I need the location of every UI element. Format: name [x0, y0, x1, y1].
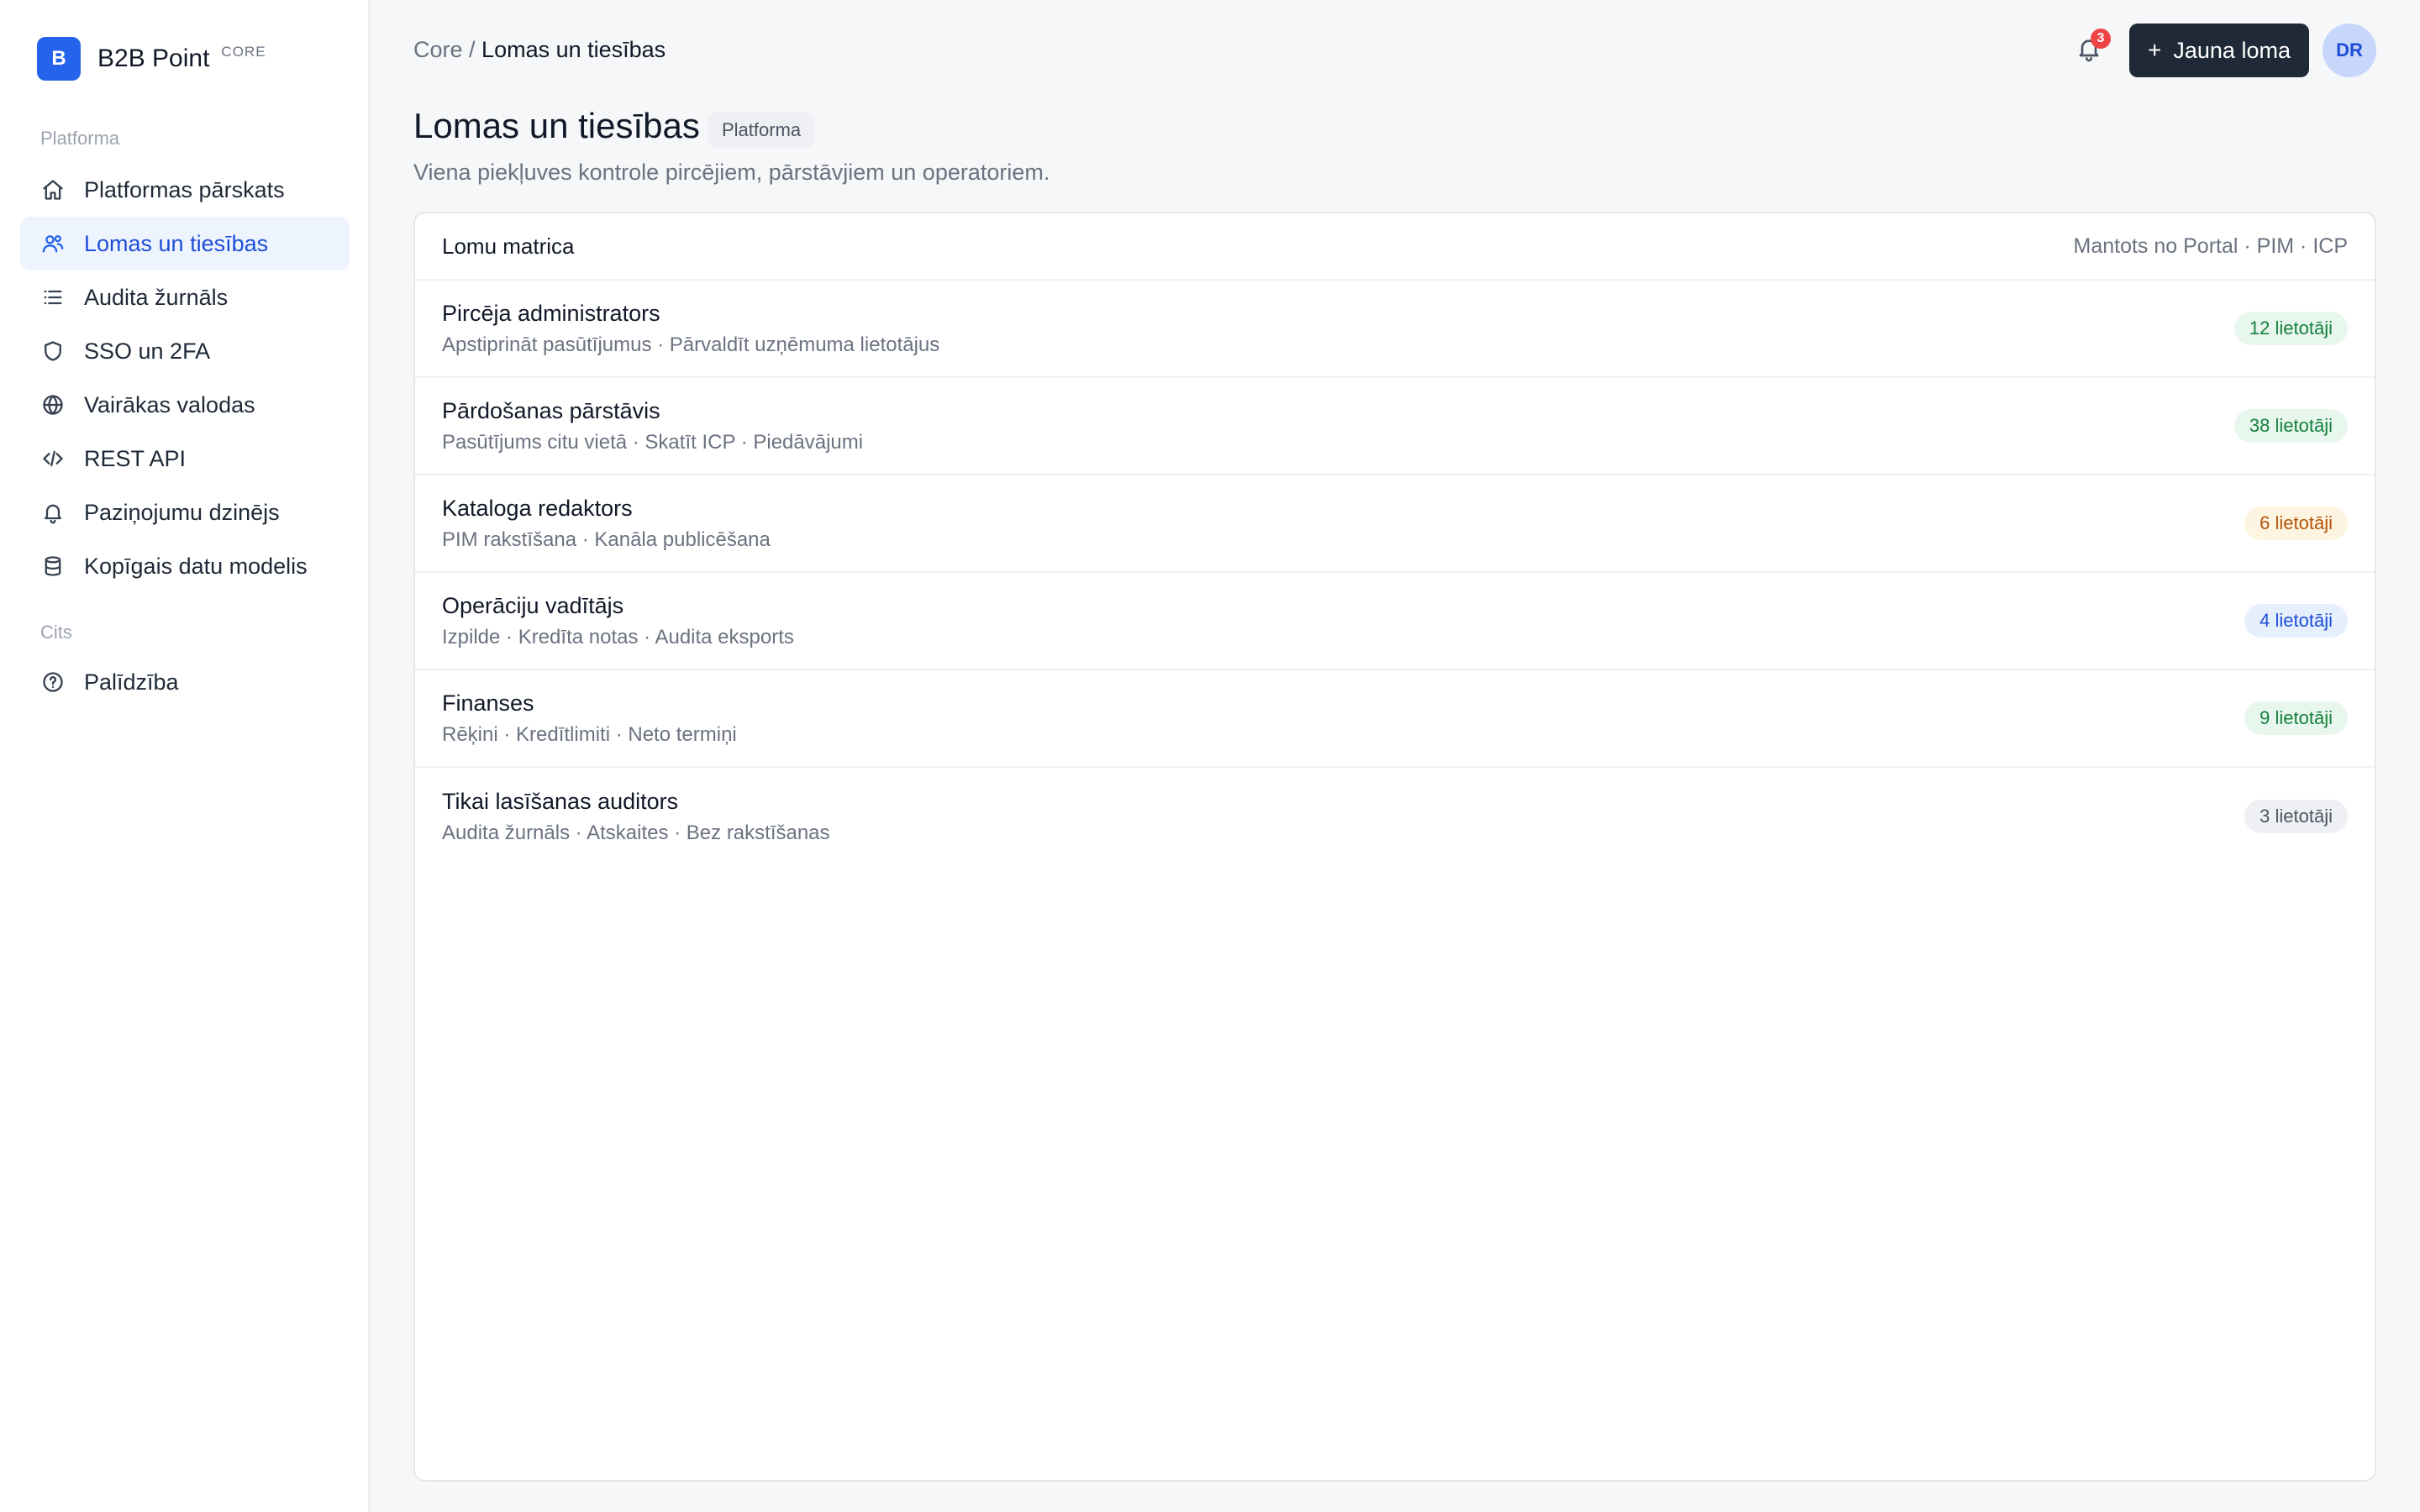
- sidebar-item-label: Audita žurnāls: [84, 284, 229, 310]
- database-icon: [40, 554, 66, 579]
- table-row[interactable]: Kataloga redaktors PIM rakstīšana · Kanā…: [415, 475, 2375, 573]
- role-permissions: Pasūtījums citu vietā · Skatīt ICP · Pie…: [442, 430, 864, 454]
- new-role-button-label: Jauna loma: [2173, 37, 2291, 63]
- brand-tag: CORE: [221, 44, 266, 60]
- notification-count-badge: 3: [2091, 29, 2111, 49]
- role-name: Finanses: [442, 690, 534, 716]
- avatar[interactable]: DR: [2323, 24, 2376, 77]
- plus-icon: +: [2148, 37, 2162, 63]
- role-permissions: Izpilde · Kredīta notas · Audita eksport…: [442, 625, 794, 648]
- users-icon: [40, 231, 66, 256]
- sidebar-item-label: Palīdzība: [84, 669, 179, 695]
- sidebar-item-label: Vairākas valodas: [84, 391, 255, 417]
- table-row[interactable]: Finanses Rēķini · Kredītlimiti · Neto te…: [415, 670, 2375, 768]
- breadcrumb: Core / Lomas un tiesības: [413, 37, 666, 63]
- breadcrumb-root[interactable]: Core: [413, 37, 463, 62]
- role-matrix-card: Lomu matrica Mantots no Portal · PIM · I…: [413, 212, 2376, 1482]
- card-title: Lomu matrica: [442, 233, 575, 259]
- sidebar-item-sso-2fa[interactable]: SSO un 2FA: [20, 324, 350, 378]
- sidebar-item-audit-log[interactable]: Audita žurnāls: [20, 270, 350, 324]
- sidebar: B B2B Point CORE Platforma Platformas pā…: [0, 0, 370, 1512]
- sidebar-item-languages[interactable]: Vairākas valodas: [20, 378, 350, 432]
- role-name: Pārdošanas pārstāvis: [442, 397, 660, 423]
- page-category-chip: Platforma: [708, 113, 815, 148]
- sidebar-item-platform-overview[interactable]: Platformas pārskats: [20, 163, 350, 217]
- user-count-badge: 3 lietotāji: [2244, 800, 2348, 833]
- sidebar-item-label: Paziņojumu dzinējs: [84, 499, 280, 525]
- breadcrumb-current: Lomas un tiesības: [481, 37, 666, 62]
- sidebar-item-roles[interactable]: Lomas un tiesības: [20, 217, 350, 270]
- brand[interactable]: B B2B Point CORE: [37, 37, 266, 81]
- bell-icon: [40, 500, 66, 525]
- table-row[interactable]: Pircēja administrators Apstiprināt pasūt…: [415, 281, 2375, 378]
- sidebar-item-label: Lomas un tiesības: [84, 230, 269, 256]
- user-count-badge: 38 lietotāji: [2233, 409, 2348, 443]
- sidebar-item-shared-data-model[interactable]: Kopīgais datu modelis: [20, 539, 350, 593]
- list-icon: [40, 285, 66, 310]
- role-name: Tikai lasīšanas auditors: [442, 788, 679, 814]
- sidebar-item-label: Kopīgais datu modelis: [84, 553, 308, 579]
- card-header: Lomu matrica Mantots no Portal · PIM · I…: [415, 213, 2375, 281]
- card-meta: Mantots no Portal · PIM · ICP: [2073, 234, 2349, 258]
- new-role-button[interactable]: + Jauna loma: [2129, 24, 2309, 77]
- page-title: Lomas un tiesības: [413, 106, 700, 145]
- page-subtitle: Viena piekļuves kontrole pircējiem, pārs…: [413, 160, 1050, 185]
- nav-section-platforma: Platforma: [40, 128, 120, 149]
- role-permissions: Audita žurnāls · Atskaites · Bez rakstīš…: [442, 821, 830, 844]
- nav-section-cits: Cits: [40, 622, 72, 643]
- home-icon: [40, 177, 66, 202]
- user-count-badge: 4 lietotāji: [2244, 604, 2348, 638]
- sidebar-item-notification-engine[interactable]: Paziņojumu dzinējs: [20, 486, 350, 539]
- code-icon: [40, 446, 66, 471]
- role-permissions: PIM rakstīšana · Kanāla publicēšana: [442, 528, 771, 551]
- sidebar-item-help[interactable]: Palīdzība: [20, 655, 350, 709]
- role-permissions: Apstiprināt pasūtījumus · Pārvaldīt uzņē…: [442, 333, 940, 356]
- role-name: Kataloga redaktors: [442, 495, 633, 521]
- table-row[interactable]: Tikai lasīšanas auditors Audita žurnāls …: [415, 768, 2375, 865]
- role-name: Pircēja administrators: [442, 300, 660, 326]
- sidebar-item-rest-api[interactable]: REST API: [20, 432, 350, 486]
- user-count-badge: 6 lietotāji: [2244, 507, 2348, 540]
- help-circle-icon: [40, 669, 66, 695]
- brand-name: B2B Point: [97, 45, 210, 72]
- sidebar-item-label: Platformas pārskats: [84, 176, 285, 202]
- globe-icon: [40, 392, 66, 417]
- role-permissions: Rēķini · Kredītlimiti · Neto termiņi: [442, 722, 737, 746]
- sidebar-item-label: REST API: [84, 445, 187, 471]
- role-name: Operāciju vadītājs: [442, 592, 624, 618]
- table-row[interactable]: Pārdošanas pārstāvis Pasūtījums citu vie…: [415, 378, 2375, 475]
- shield-icon: [40, 339, 66, 364]
- user-count-badge: 9 lietotāji: [2244, 701, 2348, 735]
- brand-logo: B: [37, 37, 81, 81]
- table-row[interactable]: Operāciju vadītājs Izpilde · Kredīta not…: [415, 573, 2375, 670]
- user-count-badge: 12 lietotāji: [2233, 312, 2348, 345]
- breadcrumb-separator: /: [462, 37, 482, 62]
- sidebar-item-label: SSO un 2FA: [84, 338, 211, 364]
